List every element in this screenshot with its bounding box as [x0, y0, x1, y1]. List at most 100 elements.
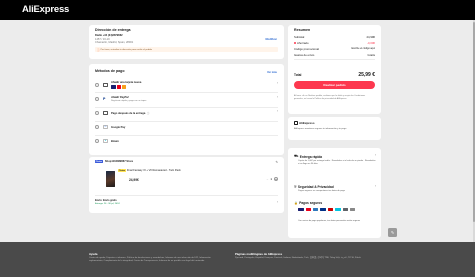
- footer-multilingual-title: Páginas multilingües de AliExpress: [235, 252, 283, 256]
- paypal-icon: [320, 208, 326, 212]
- payment-logos: [298, 208, 368, 212]
- qty-decrease-button[interactable]: −: [267, 177, 269, 181]
- payment-option-new-card[interactable]: Añadir una tarjeta nueva: [95, 80, 278, 90]
- saved-value: -0,00€: [367, 41, 375, 45]
- payment-radio-googlepay[interactable]: [95, 125, 99, 129]
- summary-card: Resumen Subtotal 24,99€ Ahorrado -0,00€ …: [288, 25, 381, 114]
- chevron-right-icon[interactable]: ›: [277, 95, 278, 99]
- address-line3: Chamartín, Madrid, Spain, 28001: [95, 41, 134, 44]
- paypal-icon: P: [103, 97, 106, 101]
- truck-icon: ⛟: [294, 154, 299, 158]
- secure-payments-section: 🔒 Pagos seguros: [294, 201, 322, 205]
- amex-icon: [313, 208, 318, 212]
- edit-floating-button[interactable]: ✎: [388, 228, 397, 237]
- shipping-cost-value: Gratis: [367, 53, 375, 57]
- google-pay-icon: G: [103, 125, 108, 129]
- security-text: Pagos seguros: no compartimos tus datos …: [298, 190, 345, 192]
- saved-label-wrap: Ahorrado: [294, 41, 309, 45]
- aliexpress-logo[interactable]: AliExpress: [22, 4, 69, 15]
- chevron-right-icon[interactable]: ›: [277, 81, 278, 85]
- scrollbar-thumb[interactable]: [472, 22, 475, 222]
- product-price: 24,99€: [129, 178, 139, 182]
- address-card: Dirección de entrega Diello +34 (34)2879…: [89, 25, 284, 59]
- delivery-title: Entrega rápida: [299, 154, 323, 159]
- address-title: Dirección de entrega: [95, 28, 131, 32]
- secure-payments-text: Con socios de pago populares, tus datos …: [298, 220, 361, 222]
- header-bar: AliExpress: [0, 0, 475, 20]
- card-brands: [111, 85, 141, 89]
- subtotal-value: 24,99€: [366, 35, 375, 39]
- place-order-button[interactable]: Realizar pedido: [294, 81, 375, 89]
- product-image[interactable]: [106, 171, 115, 187]
- payment-radio-paypal[interactable]: [95, 97, 99, 101]
- saved-label: Ahorrado: [297, 41, 309, 45]
- product-choice-tag: Choice: [118, 169, 126, 172]
- shipping-date: Entrega: 26 - 30 jul, 2024: [95, 202, 120, 205]
- see-more-payments-link[interactable]: Ver más: [267, 71, 277, 74]
- payment-option-googlepay[interactable]: G Google Pay: [95, 122, 278, 132]
- trust-title: AliExpress: [299, 121, 315, 125]
- aliexpress-icon: [294, 121, 298, 125]
- payment-option-cod[interactable]: Pago después de la entrega ⓘ: [95, 108, 278, 118]
- modify-address-link[interactable]: Modificar: [265, 38, 277, 41]
- footer-help-links[interactable]: Centro de ayuda, Disputas e informes, Po…: [89, 257, 224, 264]
- saved-dot-icon: [294, 42, 296, 44]
- payment-radio-cod[interactable]: [95, 111, 99, 115]
- total-value: 25,99 €: [358, 72, 375, 78]
- qty-value[interactable]: 1: [270, 177, 272, 181]
- payment-label-cod: Pago después de la entrega: [111, 111, 146, 115]
- payment-label-paypal: Añadir PayPal: [111, 96, 129, 99]
- shipping-cost-label: Gastos de envío: [294, 53, 315, 57]
- store-name[interactable]: Shop1104089667 Store: [105, 160, 133, 163]
- chevron-right-icon[interactable]: ›: [277, 200, 278, 204]
- trust-card: AliExpress AliExpress mantiene seguros t…: [288, 117, 381, 140]
- maestro-icon: [122, 85, 126, 89]
- divider: [95, 92, 278, 93]
- cash-icon: [103, 111, 108, 115]
- payment-label-new-card: Añadir una tarjeta nueva: [111, 81, 142, 85]
- secure-payments-title: Pagos seguros: [299, 201, 323, 205]
- store-header: Choice Shop1104089667 Store: [95, 160, 133, 163]
- payment-radio-bizum[interactable]: [95, 139, 99, 143]
- payment-radio-new-card[interactable]: [95, 83, 99, 87]
- shield-icon: ⛨: [294, 185, 297, 189]
- mastercard-icon: [306, 208, 311, 212]
- security-title: Seguridad & Privacidad: [297, 185, 334, 189]
- product-title[interactable]: Final Fantasy XI + VII Remastered - Twin…: [127, 169, 181, 172]
- quantity-stepper: − 1 +: [267, 177, 278, 181]
- legal-text: Al hacer clic en Realizar pedido, confir…: [294, 95, 366, 100]
- edit-icon: ✎: [390, 230, 395, 235]
- summary-row-saved: Ahorrado -0,00€: [294, 41, 375, 45]
- chevron-right-icon[interactable]: ›: [277, 109, 278, 113]
- google-pay-icon: [343, 208, 348, 212]
- guarantees-card: ⛟ Entrega rápida Cupón de 1,00€ por entr…: [288, 148, 381, 238]
- edit-icon[interactable]: ✎: [275, 160, 278, 164]
- maestro-icon: [328, 208, 333, 212]
- address-warning-text: Por favor, actualiza tu dirección para r…: [100, 48, 153, 51]
- card-icon: [350, 208, 355, 212]
- qty-increase-button[interactable]: +: [274, 177, 278, 181]
- card-icon: [103, 83, 108, 87]
- payment-card: Métodos de pago Ver más Añadir una tarje…: [89, 64, 284, 155]
- payment-option-bizum[interactable]: b Bizum: [95, 136, 278, 146]
- promo-code-input[interactable]: Escribe el código aquí: [351, 47, 375, 51]
- total-label: Total: [294, 73, 302, 77]
- bizum-icon: [335, 208, 341, 212]
- payment-sub-paypal: Regístrate rápido y paga con un toque: [111, 100, 147, 102]
- summary-row-shipping: Gastos de envío Gratis: [294, 53, 375, 57]
- promo-label: Código promocional: [294, 47, 319, 51]
- payment-option-paypal[interactable]: P Añadir PayPal Regístrate rápido y paga…: [95, 94, 278, 104]
- chevron-right-icon[interactable]: ›: [375, 184, 376, 188]
- payment-title: Métodos de pago: [95, 69, 125, 73]
- chevron-right-icon[interactable]: ›: [375, 153, 376, 157]
- divider: [95, 195, 278, 196]
- summary-title: Resumen: [294, 28, 311, 32]
- delivery-item: Reembolso si el artículo se pierde: [331, 160, 364, 162]
- footer-multilingual-links[interactable]: Русский, Português, Español, Français, D…: [235, 257, 381, 260]
- logo-text: AliExpress: [22, 4, 70, 15]
- summary-row-promo[interactable]: Código promocional Escribe el código aqu…: [294, 47, 375, 51]
- visa-icon: [298, 208, 304, 212]
- divider: [294, 59, 375, 60]
- payment-label-bizum: Bizum: [111, 139, 119, 143]
- visa-icon: [111, 85, 116, 89]
